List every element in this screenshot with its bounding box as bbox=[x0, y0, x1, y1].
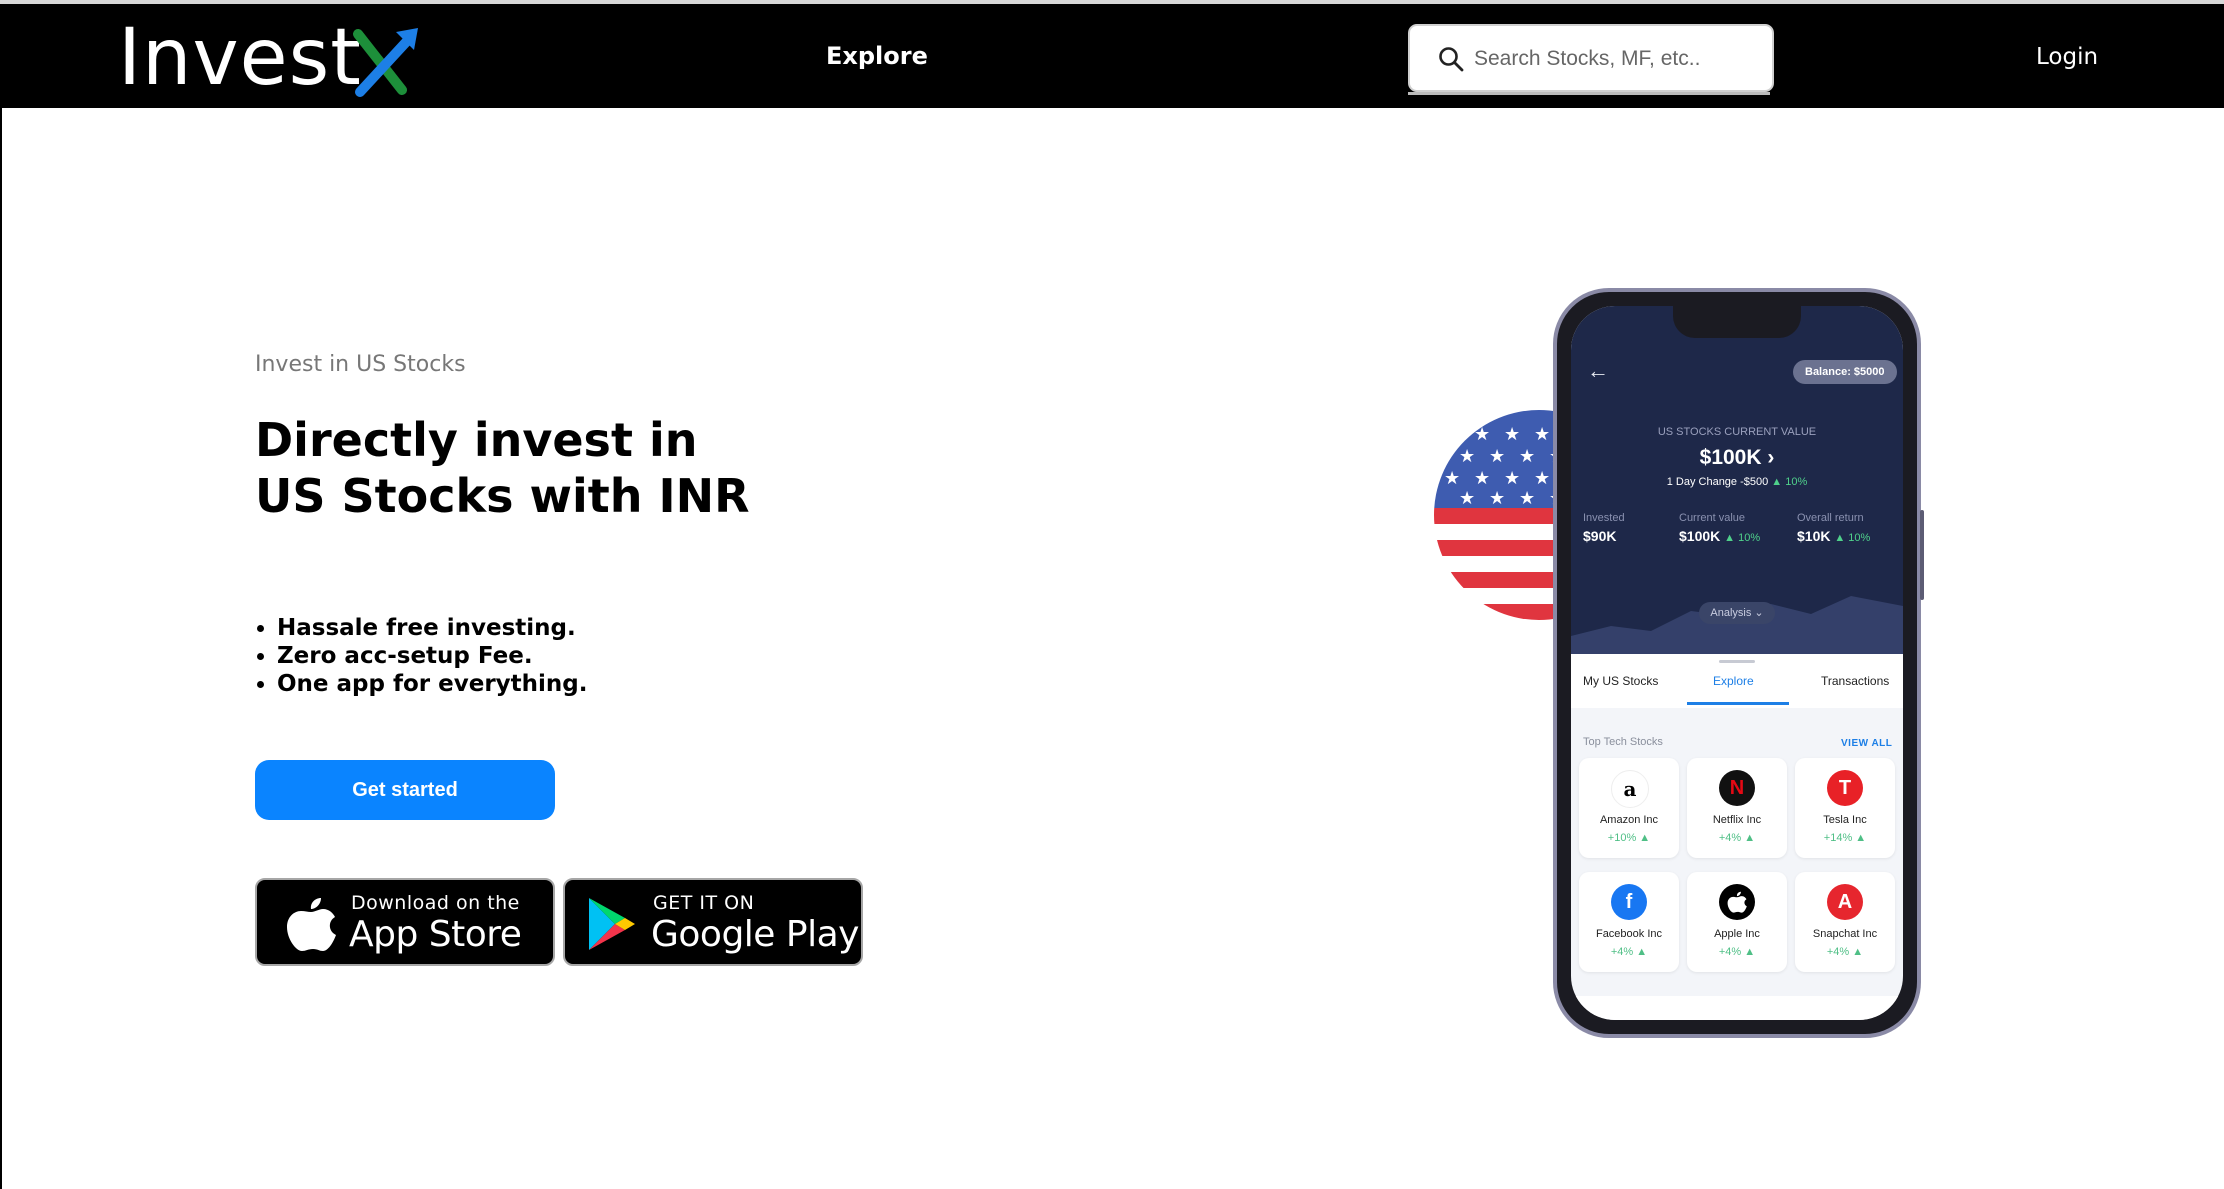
active-tab-indicator bbox=[1687, 702, 1789, 705]
stock-name: Apple Inc bbox=[1714, 928, 1760, 940]
search-underline bbox=[1408, 92, 1770, 95]
google-play-icon bbox=[589, 898, 635, 950]
stock-name: Snapchat Inc bbox=[1812, 928, 1878, 940]
current-value-label: US STOCKS CURRENT VALUE bbox=[1657, 426, 1817, 438]
netflix-icon: N bbox=[1719, 770, 1755, 806]
google-play-badge[interactable]: GET IT ON Google Play bbox=[563, 878, 863, 966]
nav-explore-link[interactable]: Explore bbox=[826, 42, 928, 70]
stock-change: +14% ▲ bbox=[1823, 832, 1867, 844]
stat-invested: Invested $90K bbox=[1583, 512, 1625, 544]
search-box[interactable] bbox=[1408, 24, 1774, 92]
svg-text:★: ★ bbox=[1444, 468, 1460, 489]
headline-line-2: US Stocks with INR bbox=[255, 469, 750, 523]
app-store-big-text: App Store bbox=[349, 914, 522, 955]
stat-overall-return: Overall return $10K ▲ 10% bbox=[1797, 512, 1870, 544]
stock-change: +4% ▲ bbox=[1826, 946, 1864, 958]
left-border bbox=[0, 108, 2, 1189]
analysis-dropdown[interactable]: Analysis ⌄ bbox=[1699, 602, 1775, 624]
hero-eyebrow: Invest in US Stocks bbox=[255, 352, 466, 377]
stock-card-snapchat[interactable]: A Snapchat Inc +4% ▲ bbox=[1795, 872, 1895, 972]
stock-card-tesla[interactable]: T Tesla Inc +14% ▲ bbox=[1795, 758, 1895, 858]
back-arrow-icon[interactable]: ← bbox=[1587, 358, 1609, 384]
stock-name: Tesla Inc bbox=[1823, 814, 1867, 826]
apple-icon bbox=[287, 898, 336, 951]
stock-card-amazon[interactable]: a Amazon Inc +10% ▲ bbox=[1579, 758, 1679, 858]
portfolio-header: ← Balance: $5000 US STOCKS CURRENT VALUE… bbox=[1571, 306, 1903, 656]
phone-screen: ← Balance: $5000 US STOCKS CURRENT VALUE… bbox=[1571, 306, 1903, 1020]
stock-name: Amazon Inc bbox=[1599, 814, 1659, 826]
svg-text:★: ★ bbox=[1474, 468, 1490, 489]
phone-side-button bbox=[1920, 510, 1924, 600]
feature-item: Hassale free investing. bbox=[277, 614, 588, 642]
feature-item: Zero acc-setup Fee. bbox=[277, 642, 588, 670]
stock-card-netflix[interactable]: N Netflix Inc +4% ▲ bbox=[1687, 758, 1787, 858]
svg-text:★: ★ bbox=[1504, 468, 1520, 489]
app-store-small-text: Download on the bbox=[351, 892, 520, 914]
drag-handle[interactable] bbox=[1719, 660, 1755, 663]
svg-text:★: ★ bbox=[1489, 488, 1505, 509]
svg-text:★: ★ bbox=[1534, 468, 1550, 489]
stat-value: $10K bbox=[1797, 528, 1831, 544]
day-change-text: 1 Day Change -$500 bbox=[1666, 476, 1769, 488]
stat-value: $90K bbox=[1583, 528, 1617, 544]
view-all-link[interactable]: VIEW ALL bbox=[1841, 738, 1892, 749]
current-value-amount: $100K bbox=[1699, 446, 1762, 469]
stock-change: +10% ▲ bbox=[1607, 832, 1651, 844]
facebook-icon: f bbox=[1611, 884, 1647, 920]
google-play-big-text: Google Play bbox=[651, 914, 859, 955]
svg-text:★: ★ bbox=[1519, 488, 1535, 509]
feature-item: One app for everything. bbox=[277, 670, 588, 698]
get-started-button[interactable]: Get started bbox=[255, 760, 555, 820]
phone-mockup: ← Balance: $5000 US STOCKS CURRENT VALUE… bbox=[1553, 288, 1921, 1038]
apple-logo-icon bbox=[1719, 884, 1755, 920]
day-change: 1 Day Change -$500 ▲ 10% bbox=[1571, 476, 1903, 488]
phone-bottom-bar bbox=[1571, 996, 1903, 1020]
day-change-pct: ▲ 10% bbox=[1771, 476, 1808, 488]
stock-change: +4% ▲ bbox=[1718, 946, 1756, 958]
svg-text:★: ★ bbox=[1504, 424, 1520, 445]
svg-text:★: ★ bbox=[1459, 488, 1475, 509]
amazon-icon: a bbox=[1611, 770, 1649, 808]
stock-change: +4% ▲ bbox=[1718, 832, 1756, 844]
logo-wordmark: Invest bbox=[118, 13, 362, 103]
stat-label: Overall return bbox=[1797, 512, 1864, 524]
app-store-badge[interactable]: Download on the App Store bbox=[255, 878, 555, 966]
tab-transactions[interactable]: Transactions bbox=[1821, 674, 1889, 688]
headline-line-1: Directly invest in bbox=[255, 413, 698, 467]
stock-name: Netflix Inc bbox=[1712, 814, 1762, 826]
tab-my-us-stocks[interactable]: My US Stocks bbox=[1583, 674, 1658, 688]
balance-pill: Balance: $5000 bbox=[1793, 360, 1897, 384]
svg-text:★: ★ bbox=[1519, 446, 1535, 467]
navbar: Invest Explore Login bbox=[0, 4, 2224, 108]
stat-pct: ▲ 10% bbox=[1724, 532, 1761, 544]
search-icon bbox=[1439, 47, 1464, 72]
stock-card-apple[interactable]: Apple Inc +4% ▲ bbox=[1687, 872, 1787, 972]
stock-card-facebook[interactable]: f Facebook Inc +4% ▲ bbox=[1579, 872, 1679, 972]
svg-text:★: ★ bbox=[1474, 424, 1490, 445]
snapchat-icon: A bbox=[1827, 884, 1863, 920]
stat-value: $100K bbox=[1679, 528, 1721, 544]
hero-headline: Directly invest in US Stocks with INR bbox=[255, 412, 750, 524]
login-link[interactable]: Login bbox=[2036, 44, 2098, 70]
stat-label: Current value bbox=[1679, 512, 1746, 524]
tab-explore[interactable]: Explore bbox=[1713, 674, 1754, 688]
google-play-small-text: GET IT ON bbox=[653, 892, 755, 914]
tesla-icon: T bbox=[1827, 770, 1863, 806]
stock-name: Facebook Inc bbox=[1595, 928, 1663, 940]
feature-list: Hassale free investing. Zero acc-setup F… bbox=[255, 614, 588, 698]
current-value: $100K › bbox=[1699, 446, 1775, 469]
stat-pct: ▲ 10% bbox=[1834, 532, 1871, 544]
stat-label: Invested bbox=[1583, 512, 1625, 524]
phone-tabs: My US Stocks Explore Transactions bbox=[1571, 654, 1903, 708]
svg-text:★: ★ bbox=[1459, 446, 1475, 467]
svg-text:★: ★ bbox=[1534, 424, 1550, 445]
logo-x-arrow-icon bbox=[353, 28, 418, 97]
svg-text:★: ★ bbox=[1489, 446, 1505, 467]
stock-change: +4% ▲ bbox=[1610, 946, 1648, 958]
stat-current-value: Current value $100K ▲ 10% bbox=[1679, 512, 1760, 544]
phone-notch bbox=[1673, 306, 1801, 338]
search-input[interactable] bbox=[1472, 38, 1766, 80]
section-label: Top Tech Stocks bbox=[1583, 736, 1663, 748]
